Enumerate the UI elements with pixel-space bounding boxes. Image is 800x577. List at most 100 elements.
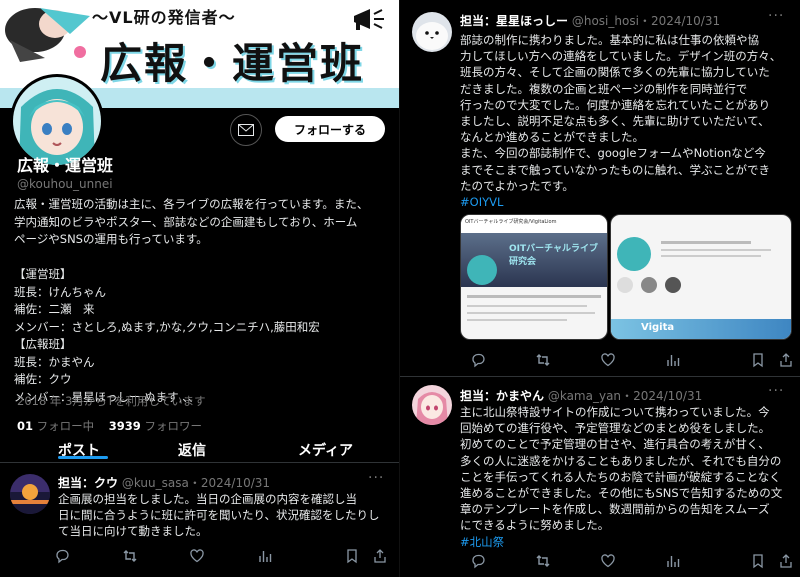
shot2-line: [661, 255, 761, 257]
tweet-text-line: 初めてのことで予定管理の甘さや、進行具合の考えが甘く、: [460, 437, 770, 452]
tweet-text-line: て当日に向けて動きました。: [58, 524, 208, 539]
tweet-avatar[interactable]: [10, 474, 50, 514]
bookmark-icon[interactable]: [750, 352, 766, 368]
tweet-kama[interactable]: 担当：かまやん @kama_yan・2024/10/31 ··· 主に北山祭特設…: [400, 377, 800, 577]
tweet-date[interactable]: 2024/10/31: [651, 14, 720, 28]
tweet-text-line: 進めることができました。その他にもSNSで告知するための文: [460, 486, 783, 501]
tweet-avatar[interactable]: [412, 385, 452, 425]
share-icon[interactable]: [778, 553, 794, 569]
tweet-actions: [460, 553, 792, 569]
reply-icon[interactable]: [470, 553, 486, 569]
views-icon[interactable]: [257, 548, 273, 564]
timeline-panel: 担当：星星ほっしー @hosi_hosi・2024/10/31 ··· 部誌の制…: [400, 0, 800, 577]
tweet-actions: [44, 548, 386, 564]
message-button[interactable]: [230, 114, 262, 146]
tweet-text-line: 行ったので大変でした。何度か連絡を忘れていたことがあり: [460, 97, 771, 112]
tweet-text: 主に北山祭特設サイトの作成について携わっていました。今 回始めての進行役や、予定管…: [460, 404, 782, 550]
tweet-header: 担当：クウ @kuu_sasa・2024/10/31: [58, 476, 271, 490]
like-icon[interactable]: [600, 553, 616, 569]
tweet-text-line: 企画展の担当をしました。当日の企画展の内容を確認し当: [58, 492, 357, 506]
shot1-line: [467, 295, 601, 298]
follow-stats: 01 フォロー中 3939 フォロワー: [17, 418, 202, 434]
repost-icon[interactable]: [535, 352, 551, 368]
bio-line: 班長：けんちゃん: [14, 284, 106, 299]
profile-bio: 広報・運営班の活動は主に、各ライブの広報を行っています。また、 学内通知のビラやポ…: [14, 196, 396, 406]
shot2-circle: [665, 277, 681, 293]
bio-line: 【広報班】: [14, 337, 72, 351]
following-link[interactable]: 01 フォロー中: [17, 419, 94, 433]
reply-icon[interactable]: [470, 352, 486, 368]
shot2-banner-strip: Vigita: [611, 319, 791, 339]
banner-subtitle: 〜VL研の発信者〜: [92, 8, 236, 27]
reply-icon[interactable]: [54, 548, 70, 564]
bio-line: 補佐：二瀬 来: [14, 302, 95, 316]
bookmark-icon[interactable]: [750, 553, 766, 569]
bio-line: [14, 249, 396, 267]
tweet-hosi[interactable]: 担当：星星ほっしー @hosi_hosi・2024/10/31 ··· 部誌の制…: [400, 0, 800, 376]
more-options-icon[interactable]: ···: [768, 8, 784, 24]
tweet-text-line: 主に北山祭特設サイトの作成について携わっていました。今: [460, 405, 770, 419]
mascot-illustration: [5, 8, 90, 62]
tab-replies[interactable]: 返信: [178, 440, 206, 460]
profile-handle: @kouhou_unnei: [17, 177, 113, 191]
repost-icon[interactable]: [535, 553, 551, 569]
tweet-author-name[interactable]: 担当：クウ: [58, 476, 118, 490]
tweet-author-handle[interactable]: @hosi_hosi: [572, 14, 639, 28]
tweet-kuu[interactable]: 担当：クウ @kuu_sasa・2024/10/31 ··· 企画展の担当をしま…: [0, 462, 400, 577]
shot1-line: [467, 319, 567, 321]
like-icon[interactable]: [189, 548, 205, 564]
shot1-banner: OITバーチャルライブ研究会: [461, 233, 607, 287]
shot2-line: [661, 249, 771, 251]
active-tab-indicator: [58, 456, 108, 459]
tweet-text-line: 日に間に合うように班に許可を聞いたり、状況確認をしたりし: [58, 508, 380, 523]
tweet-date[interactable]: 2024/10/31: [633, 389, 702, 403]
views-icon[interactable]: [665, 553, 681, 569]
tweet-text-line: 多くの人に迷惑をかけることもありましたが、それでも自分の: [460, 453, 782, 468]
tweet-header: 担当：星星ほっしー @hosi_hosi・2024/10/31: [460, 14, 721, 28]
tab-media[interactable]: メディア: [298, 440, 353, 460]
tweet-author-name[interactable]: 担当：かまやん: [460, 389, 544, 403]
share-icon[interactable]: [372, 548, 388, 564]
megaphone-icon: [354, 9, 384, 30]
media-image-1[interactable]: OITバーチャルライブ研究会/VigitaLiom OITバーチャルライブ研究会: [460, 214, 608, 340]
bio-line: 補佐：クウ: [14, 372, 72, 386]
tweet-author-name[interactable]: 担当：星星ほっしー: [460, 14, 568, 28]
tweet-text-line: までそこまで触っていなかったものに触れ、学ぶことができ: [460, 162, 771, 177]
bookmark-icon[interactable]: [344, 548, 360, 564]
hashtag-link[interactable]: #北山祭: [460, 534, 782, 550]
hashtag-link[interactable]: #OIYVL: [460, 194, 781, 210]
more-options-icon[interactable]: ···: [768, 383, 784, 399]
tweet-author-handle[interactable]: @kama_yan: [548, 389, 621, 403]
share-icon[interactable]: [778, 352, 794, 368]
tweet-text-line: 章のテンプレートを作成し、数週間前からの告知をスムーズ: [460, 502, 770, 517]
profile-panel: 〜VL研の発信者〜 広報・運営班 フォローする 広報・運営班 @kouhou_u…: [0, 0, 400, 577]
tweet-text-line: なんとか進めることができました。: [460, 130, 644, 145]
profile-name: 広報・運営班: [17, 156, 114, 175]
bio-line: 広報・運営班の活動は主に、各ライブの広報を行っています。また、: [14, 197, 369, 211]
tweet-date[interactable]: 2024/10/31: [201, 476, 270, 490]
shot1-line: [467, 312, 595, 314]
bio-line: ページやSNSの運用も行っています。: [14, 232, 208, 246]
tweet-text: 部誌の制作に携わりました。基本的に私は仕事の依頼や協 力してほしい方への連絡をして…: [460, 32, 781, 210]
tweet-text-line: にできるように努めました。: [460, 518, 610, 533]
like-icon[interactable]: [600, 352, 616, 368]
tweet-text-line: たのでよかったです。: [460, 178, 574, 193]
followers-link[interactable]: 3939 フォロワー: [109, 419, 202, 433]
shot2-circle: [617, 277, 633, 293]
following-count: 01: [17, 419, 34, 433]
joined-date: 2018 年 3月からTを利用しています: [17, 394, 206, 408]
media-image-2[interactable]: Vigita: [610, 214, 792, 340]
shot1-avatar: [467, 255, 497, 285]
views-icon[interactable]: [665, 352, 681, 368]
banner-title: 広報・運営班: [100, 39, 365, 88]
tweet-author-handle[interactable]: @kuu_sasa: [122, 476, 189, 490]
bio-line: メンバー：さとしろ,ぬます,かな,クウ,コンニチハ,藤田和宏: [14, 319, 320, 334]
follow-button[interactable]: フォローする: [275, 116, 385, 142]
tweet-text: 企画展の担当をしました。当日の企画展の内容を確認し当日に間に合うように班に許可を…: [58, 491, 380, 540]
shot2-circle: [641, 277, 657, 293]
tweet-avatar[interactable]: [412, 12, 452, 52]
repost-icon[interactable]: [122, 548, 138, 564]
bio-line: 【運営班】: [14, 267, 72, 281]
tweet-text-line: ことを手伝ってくれる人たちのお陰で計画が破綻することなく: [460, 469, 781, 484]
more-options-icon[interactable]: ···: [368, 470, 384, 486]
